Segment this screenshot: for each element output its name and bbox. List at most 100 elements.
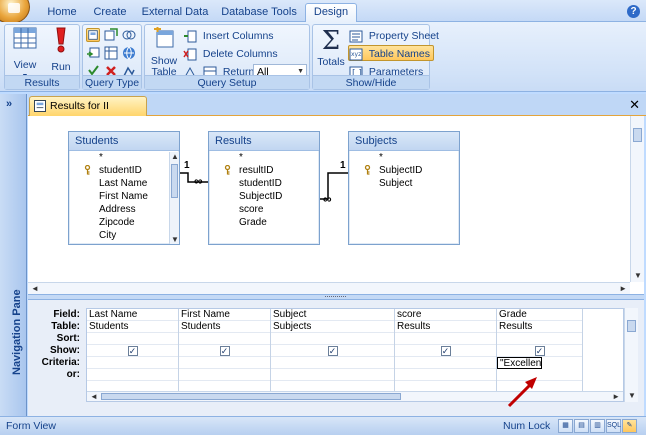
group-query-setup: Show Table Insert Columns Delete Columns… [144,24,310,90]
tab-home[interactable]: Home [40,4,84,22]
property-sheet-button[interactable]: Property Sheet [349,28,439,44]
show-checkbox[interactable]: ✓ [127,346,138,356]
group-label-query-type: Query Type [83,75,141,89]
upper-vertical-scrollbar[interactable]: ▼ [630,116,644,282]
sort-cell[interactable] [271,333,394,345]
close-icon[interactable]: ✕ [629,97,640,113]
table-cell[interactable]: Results [395,321,496,333]
join-lines [180,172,348,200]
criteria-cell[interactable] [87,357,178,369]
or-cell[interactable] [179,369,270,381]
pass-through-query-icon[interactable] [122,46,136,60]
tab-design[interactable]: Design [305,3,357,23]
criteria-cell[interactable] [179,357,270,369]
pivot-chart-icon: ▥ [594,422,601,429]
tab-database-tools[interactable]: Database Tools [218,4,300,22]
criteria-cell[interactable]: "Excellent" [497,357,542,369]
show-checkbox[interactable]: ✓ [327,346,338,356]
field-cell[interactable]: Grade [497,309,582,321]
grid-row-labels: Field: Table: Sort: Show: Criteria: or: [28,309,84,381]
sort-cell[interactable] [179,333,270,345]
grid-column[interactable]: Subject Subjects ✓ [271,309,395,395]
field-cell[interactable]: Last Name [87,309,178,321]
grid-column[interactable]: score Results ✓ [395,309,497,395]
union-query-icon[interactable] [122,28,136,42]
join-one-label: 1 [340,160,346,171]
show-cell[interactable]: ✓ [271,345,394,357]
row-label-or: or: [66,369,80,380]
insert-columns-button[interactable]: Insert Columns [183,28,274,44]
pivot-table-view-button[interactable]: ▤ [574,419,589,433]
grid-column[interactable]: Last Name Students ✓ [87,309,179,395]
select-query-icon[interactable] [86,28,100,42]
append-query-icon[interactable] [86,46,100,60]
crosstab-query-icon[interactable] [104,46,118,60]
table-names-button[interactable]: xyz Table Names [348,45,435,61]
run-button-label: Run [51,61,71,73]
show-checkbox[interactable]: ✓ [440,346,451,356]
view-button[interactable]: View ▼ [9,27,41,82]
scroll-thumb[interactable] [101,393,401,400]
table-cell[interactable]: Students [87,321,178,333]
join-many-label: ∞ [323,192,332,206]
show-table-button[interactable]: Show Table [147,27,181,78]
show-checkbox[interactable]: ✓ [534,346,545,356]
group-label-show-hide: Show/Hide [313,75,429,89]
criteria-cell[interactable] [395,357,496,369]
sort-cell[interactable] [395,333,496,345]
expand-chevron-icon[interactable]: » [6,98,12,110]
table-cell[interactable]: Results [497,321,582,333]
navigation-pane[interactable]: » Navigation Pane [0,94,27,416]
row-label-table: Table: [51,321,80,332]
row-label-field: Field: [53,309,80,320]
office-button[interactable] [0,0,30,24]
tab-create[interactable]: Create [88,4,132,22]
datasheet-view-button[interactable]: ▦ [558,419,573,433]
table-cell[interactable]: Subjects [271,321,394,333]
show-cell[interactable]: ✓ [497,345,582,357]
scroll-thumb[interactable] [627,320,636,332]
scroll-down-icon[interactable]: ▼ [628,391,636,400]
pivot-chart-view-button[interactable]: ▥ [590,419,605,433]
criteria-cell[interactable] [271,357,394,369]
totals-button[interactable]: Σ Totals [315,27,347,68]
or-cell[interactable] [87,369,178,381]
totals-label: Totals [317,56,345,68]
scroll-left-icon[interactable]: ◄ [31,284,39,293]
tab-external-data[interactable]: External Data [138,4,212,22]
scroll-right-icon[interactable]: ► [619,284,627,293]
show-checkbox[interactable]: ✓ [219,346,230,356]
grid-column[interactable]: First Name Students ✓ [179,309,271,395]
run-button[interactable]: Run [47,27,75,73]
grid-vertical-scrollbar[interactable]: ▼ [624,308,638,402]
or-cell[interactable] [271,369,394,381]
join-many-label: ∞ [194,174,203,188]
show-cell[interactable]: ✓ [395,345,496,357]
annotation-arrow-icon [507,377,537,408]
show-cell[interactable]: ✓ [87,345,178,357]
field-cell[interactable]: Subject [271,309,394,321]
help-icon[interactable]: ? [627,5,640,18]
scroll-thumb[interactable] [633,128,642,142]
design-view-button[interactable]: ✎ [622,419,637,433]
table-names-label: Table Names [368,48,431,60]
field-cell[interactable]: First Name [179,309,270,321]
group-query-type: Query Type [82,24,142,90]
document-tab[interactable]: Results for II Subject [29,96,147,130]
show-cell[interactable]: ✓ [179,345,270,357]
scroll-left-icon[interactable]: ◄ [90,392,98,401]
field-cell[interactable]: score [395,309,496,321]
show-table-icon [154,27,174,48]
or-cell[interactable] [395,369,496,381]
sort-cell[interactable] [87,333,178,345]
scroll-down-icon[interactable]: ▼ [634,271,642,280]
office-logo-icon [8,3,20,13]
delete-columns-button[interactable]: Delete Columns [183,46,278,62]
sort-cell[interactable] [497,333,582,345]
sql-view-button[interactable]: SQL [606,419,621,433]
make-table-query-icon[interactable] [104,28,118,42]
table-cell[interactable]: Students [179,321,270,333]
scroll-right-icon[interactable]: ► [612,392,620,401]
status-num-lock: Num Lock [503,420,551,432]
grid-column-empty[interactable] [583,309,623,395]
